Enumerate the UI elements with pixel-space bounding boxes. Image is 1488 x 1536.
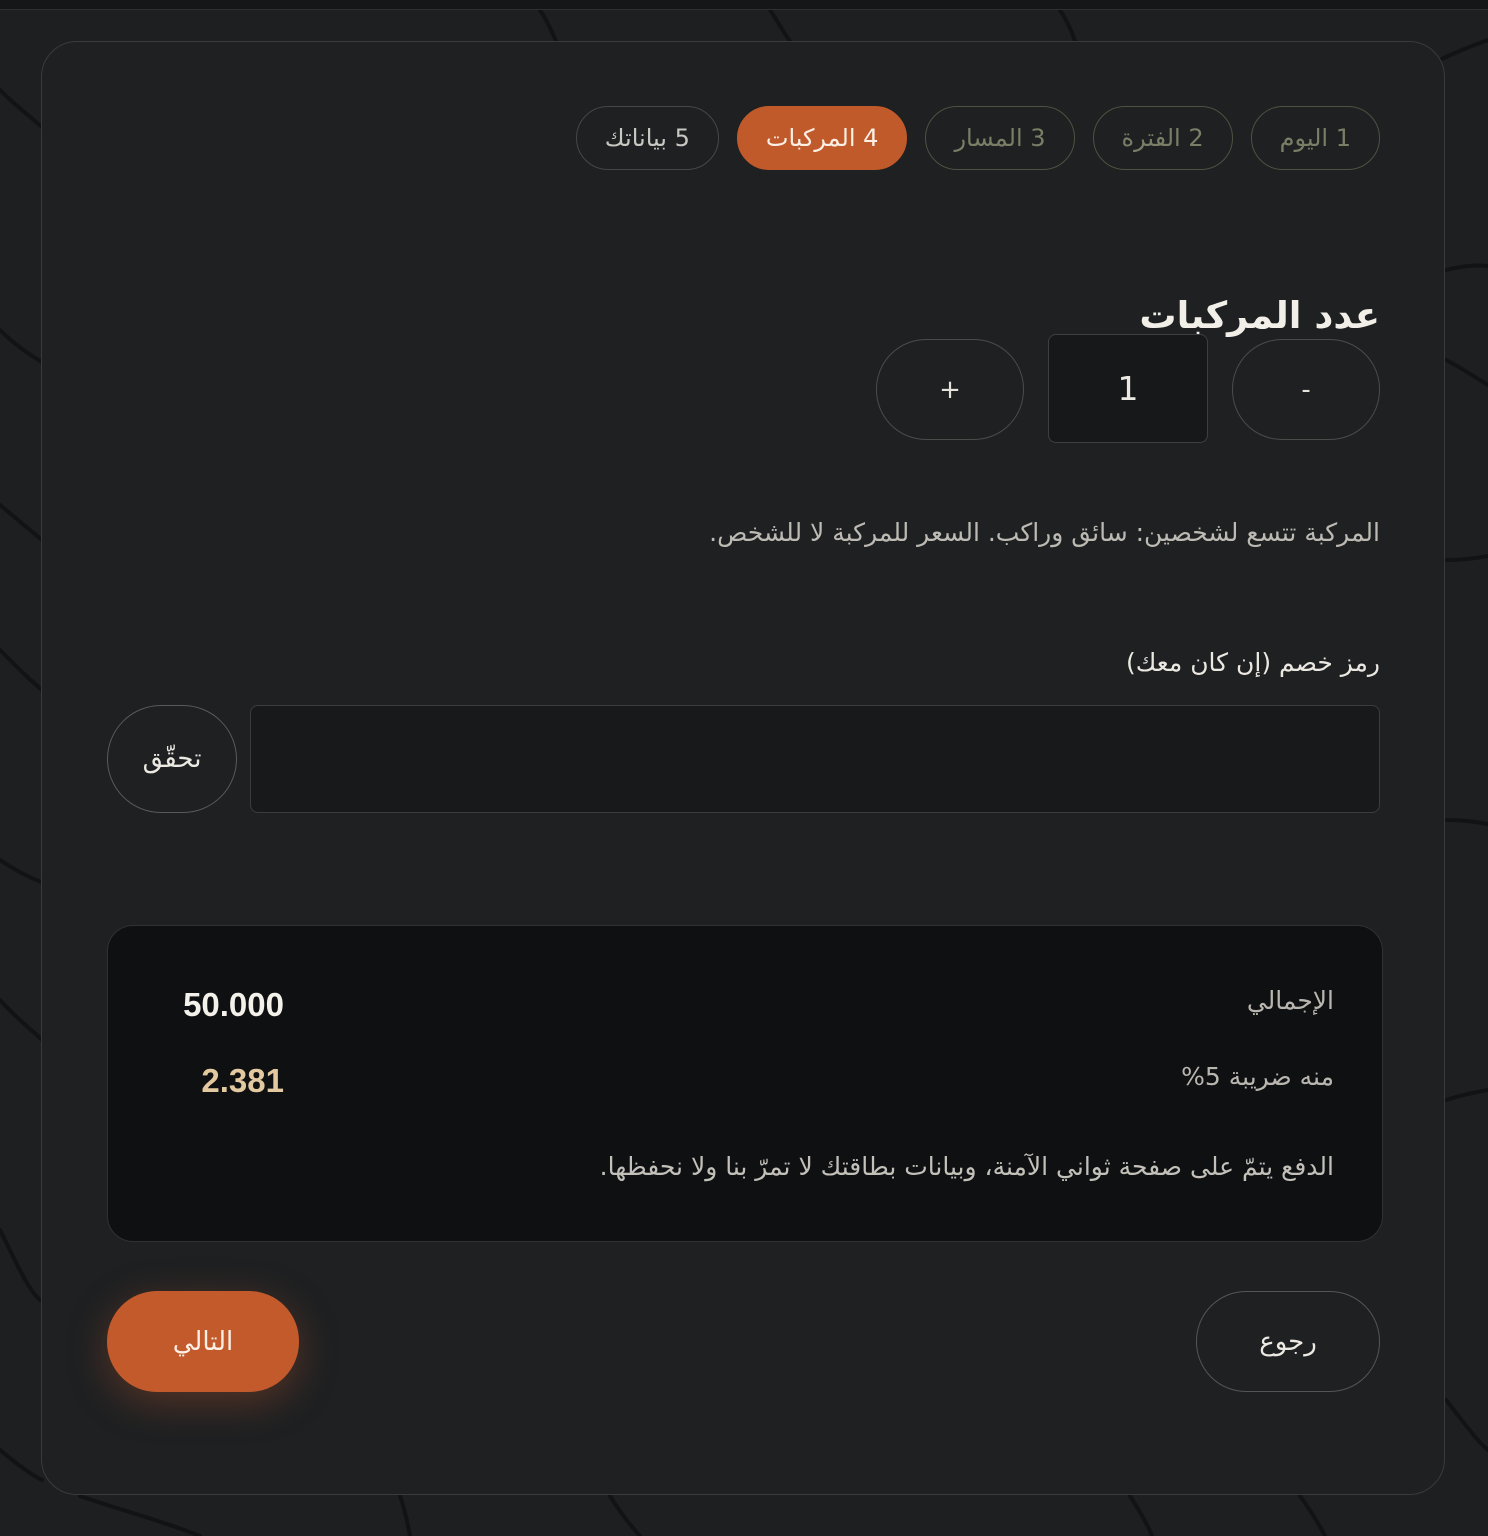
step-your-details[interactable]: 5 بياناتك — [575, 106, 719, 170]
booking-card: 1 اليوم 2 الفترة 3 المسار 4 المركبات 5 ب… — [41, 41, 1445, 1495]
total-label: الإجمالي — [1246, 986, 1334, 1015]
step-period[interactable]: 2 الفترة — [1092, 106, 1233, 170]
decrease-quantity-button[interactable]: - — [1232, 339, 1380, 440]
vehicle-quantity-field[interactable]: 1 — [1048, 334, 1208, 443]
step-vehicles[interactable]: 4 المركبات — [736, 106, 908, 170]
next-button[interactable]: التالي — [107, 1291, 299, 1392]
tax-value: 2.381 — [201, 1062, 284, 1099]
vehicles-title: عدد المركبات — [1139, 294, 1380, 337]
step-day[interactable]: 1 اليوم — [1250, 106, 1380, 170]
top-bar — [0, 0, 1488, 10]
step-route[interactable]: 3 المسار — [925, 106, 1075, 170]
discount-code-input[interactable] — [250, 705, 1380, 813]
price-summary: الإجمالي 50.000 منه ضريبة 5% 2.381 الدفع… — [107, 925, 1383, 1242]
increase-quantity-button[interactable]: + — [876, 339, 1024, 440]
tax-label: منه ضريبة 5% — [1181, 1062, 1334, 1091]
total-value: 50.000 — [183, 986, 284, 1023]
step-indicator: 1 اليوم 2 الفترة 3 المسار 4 المركبات 5 ب… — [575, 106, 1380, 170]
secure-payment-note: الدفع يتمّ على صفحة ثواني الآمنة، وبيانا… — [599, 1152, 1334, 1181]
verify-discount-button[interactable]: تحقّق — [107, 705, 237, 813]
discount-code-label: رمز خصم (إن كان معك) — [1125, 648, 1380, 677]
vehicle-capacity-note: المركبة تتسع لشخصين: سائق وراكب. السعر ل… — [709, 518, 1380, 547]
back-button[interactable]: رجوع — [1196, 1291, 1380, 1392]
